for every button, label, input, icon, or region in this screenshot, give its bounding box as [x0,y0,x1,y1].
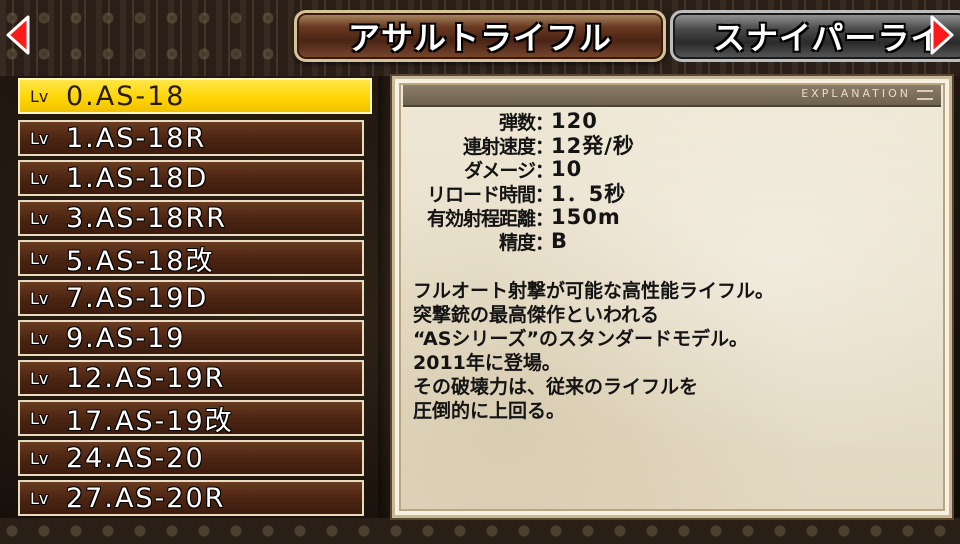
stat-label: ダメージ [463,159,536,182]
explanation-panel: EXPLANATION 弾数 ： 120 連射速度 ： 12発/秒 ダメージ ：… [392,76,952,518]
header-ornament-icon [917,90,933,100]
stat-separator: ： [535,207,555,230]
weapon-name: 7.AS-19D [66,282,209,314]
stat-label: 精度 [498,231,536,254]
stat-separator: ： [535,159,555,182]
stat-value: 150m [551,205,621,229]
weapon-name: 3.AS-18RR [66,202,227,234]
stat-separator: ： [535,231,555,254]
weapon-list-item[interactable]: Lv 3.AS-18RR [18,200,364,236]
weapon-name: 1.AS-18R [66,122,207,154]
level-prefix: Lv [30,448,49,468]
description-line: “ASシリーズ”のスタンダードモデル。 [413,328,748,350]
stat-row-damage: ダメージ ： 10 [403,157,943,182]
explanation-header-label: EXPLANATION [801,87,911,100]
weapon-name: 0.AS-18 [66,80,186,112]
tab-sniper-rifle[interactable]: スナイパーライ [670,10,960,62]
level-prefix: Lv [30,368,49,388]
stat-value: B [551,229,569,253]
weapon-name: 24.AS-20 [66,442,205,474]
stat-row-fire-rate: 連射速度 ： 12発/秒 [403,133,943,158]
divider [378,76,388,518]
stat-separator: ： [535,111,555,134]
weapon-name: 17.AS-19改 [66,405,234,437]
description-line: 突撃銃の最高傑作といわれる [413,304,660,326]
stat-value: 12発/秒 [551,134,635,158]
stat-row-reload: リロード時間 ： 1．5秒 [403,181,943,206]
explanation-header: EXPLANATION [403,85,941,107]
level-prefix: Lv [30,488,49,508]
stat-label: 弾数 [498,111,536,134]
arrow-right-icon[interactable] [928,14,956,56]
weapon-list-item[interactable]: Lv 24.AS-20 [18,440,364,476]
arrow-left-icon[interactable] [4,14,32,56]
weapon-list: Lv 0.AS-18 Lv 1.AS-18R Lv 1.AS-18D Lv 3.… [18,78,374,518]
ornamental-footer-band [0,518,960,544]
weapon-list-item[interactable]: Lv 9.AS-19 [18,320,364,356]
stat-label: 有効射程距離 [426,207,536,230]
weapon-list-item[interactable]: Lv 0.AS-18 [18,78,372,114]
weapon-list-item[interactable]: Lv 1.AS-18R [18,120,364,156]
stat-row-ammo: 弾数 ： 120 [403,109,943,134]
weapon-list-item[interactable]: Lv 17.AS-19改 [18,400,364,437]
stat-label: 連射速度 [462,135,536,158]
stat-row-accuracy: 精度 ： B [403,229,943,254]
tab-assault-rifle-label: アサルトライフル [347,19,612,57]
description-line: その破壊力は、従来のライフルを [413,376,699,398]
level-prefix: Lv [30,248,49,268]
weapon-list-item[interactable]: Lv 5.AS-18改 [18,240,364,277]
weapon-description: フルオート射撃が可能な高性能ライフル。 突撃銃の最高傑作といわれる “ASシリー… [413,279,943,423]
weapon-stats: 弾数 ： 120 連射速度 ： 12発/秒 ダメージ ： 10 リロード時間 ：… [403,109,943,254]
stat-separator: ： [535,183,555,206]
stat-value: 1．5秒 [551,182,627,206]
description-line: フルオート射撃が可能な高性能ライフル。 [413,280,775,302]
description-line: 圧倒的に上回る。 [413,400,566,422]
tab-sniper-rifle-label: スナイパーライ [713,19,944,57]
tab-assault-rifle[interactable]: アサルトライフル [294,10,666,62]
stat-separator: ： [535,135,555,158]
weapon-list-item[interactable]: Lv 7.AS-19D [18,280,364,316]
weapon-select-screen: アサルトライフル スナイパーライ Lv 0.AS-18 Lv 1.AS-18R … [0,0,960,544]
weapon-name: 1.AS-18D [66,162,209,194]
level-prefix: Lv [30,328,49,348]
level-prefix: Lv [30,208,49,228]
weapon-name: 9.AS-19 [66,322,186,354]
stat-row-range: 有効射程距離 ： 150m [403,205,943,230]
weapon-name: 12.AS-19R [66,362,226,394]
description-line: 2011年に登場。 [413,352,561,374]
level-prefix: Lv [30,408,49,428]
level-prefix: Lv [30,168,49,188]
weapon-name: 5.AS-18改 [66,245,215,277]
weapon-list-item[interactable]: Lv 1.AS-18D [18,160,364,196]
level-prefix: Lv [30,86,49,106]
weapon-name: 27.AS-20R [66,482,226,514]
level-prefix: Lv [30,288,49,308]
weapon-list-item[interactable]: Lv 27.AS-20R [18,480,364,516]
stat-label: リロード時間 [426,183,536,206]
level-prefix: Lv [30,128,49,148]
weapon-list-item[interactable]: Lv 12.AS-19R [18,360,364,396]
